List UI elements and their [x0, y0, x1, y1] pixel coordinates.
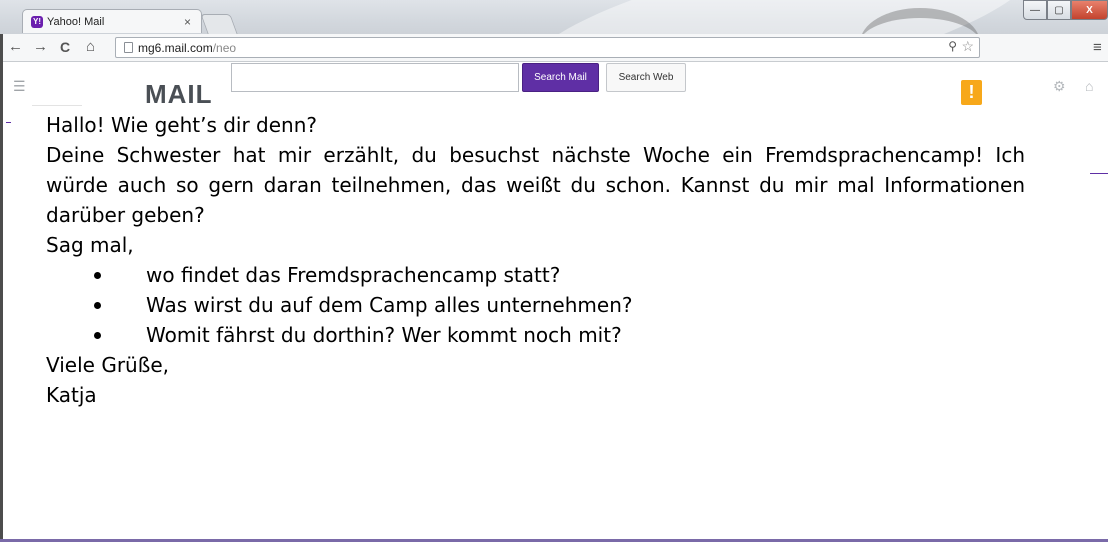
- home-icon[interactable]: ⌂: [1085, 78, 1093, 94]
- notification-alert-icon[interactable]: !: [961, 80, 982, 105]
- letter-text: Hallo! Wie geht’s dir denn? Deine Schwes…: [46, 110, 1025, 410]
- search-input[interactable]: [231, 63, 519, 92]
- zoom-icon[interactable]: ⚲: [948, 39, 957, 53]
- new-tab-button[interactable]: [200, 14, 238, 34]
- divider: [1090, 173, 1108, 174]
- back-arrow-icon[interactable]: ←: [8, 38, 23, 56]
- letter-signature: Katja: [46, 383, 97, 407]
- tab-close-icon[interactable]: ×: [184, 15, 191, 29]
- divider: [6, 122, 11, 123]
- list-item: wo findet das Fremdsprachencamp statt?: [46, 260, 1025, 290]
- url-path: /neo: [212, 40, 237, 55]
- letter-intro: Sag mal,: [46, 233, 134, 257]
- list-item: Was wirst du auf dem Camp alles unterneh…: [46, 290, 1025, 320]
- page-icon: [124, 42, 133, 53]
- letter-paragraph: Deine Schwester hat mir erzählt, du besu…: [46, 143, 1025, 227]
- minimize-button[interactable]: —: [1023, 0, 1047, 20]
- url-host: mg6.mail.com: [138, 40, 213, 55]
- address-bar[interactable]: mg6.mail.com/neo ⚲ ☆: [115, 37, 980, 58]
- window-border: [0, 34, 3, 539]
- bookmark-star-icon[interactable]: ☆: [961, 38, 974, 55]
- yahoo-favicon-icon: Y!: [31, 15, 43, 28]
- letter-closing: Viele Grüße,: [46, 353, 169, 377]
- browser-toolbar: ← → C ⌂ mg6.mail.com/neo ⚲ ☆ ≡: [0, 34, 1108, 62]
- title-bar: Y! Yahoo! Mail × — ▢ X: [0, 0, 1108, 34]
- forward-arrow-icon[interactable]: →: [33, 38, 48, 56]
- hamburger-menu-icon[interactable]: ☰: [13, 78, 26, 95]
- greeting: Hallo! Wie geht’s dir denn?: [46, 113, 318, 137]
- reload-icon[interactable]: C: [60, 38, 70, 56]
- search-mail-button[interactable]: Search Mail: [522, 63, 599, 92]
- list-item: Womit fährst du dorthin? Wer kommt noch …: [46, 320, 1025, 350]
- tab-title: Yahoo! Mail: [47, 15, 105, 28]
- divider: [32, 105, 82, 106]
- maximize-button[interactable]: ▢: [1047, 0, 1071, 20]
- gear-icon[interactable]: ⚙: [1053, 78, 1066, 95]
- mail-header: ☰ MAIL Search Mail Search Web ! ⚙ ⌂: [0, 62, 1108, 117]
- mail-logo[interactable]: MAIL: [145, 79, 213, 110]
- browser-tab[interactable]: Y! Yahoo! Mail ×: [22, 9, 202, 33]
- browser-window: Y! Yahoo! Mail × — ▢ X ← → C ⌂ mg6.mail.…: [0, 0, 1108, 542]
- search-web-button[interactable]: Search Web: [606, 63, 686, 92]
- question-list: wo findet das Fremdsprachencamp statt? W…: [46, 260, 1025, 350]
- close-window-button[interactable]: X: [1071, 0, 1108, 20]
- home-icon[interactable]: ⌂: [86, 38, 95, 56]
- message-body: Hallo! Wie geht’s dir denn? Deine Schwes…: [0, 113, 1108, 542]
- chrome-menu-icon[interactable]: ≡: [1093, 39, 1102, 56]
